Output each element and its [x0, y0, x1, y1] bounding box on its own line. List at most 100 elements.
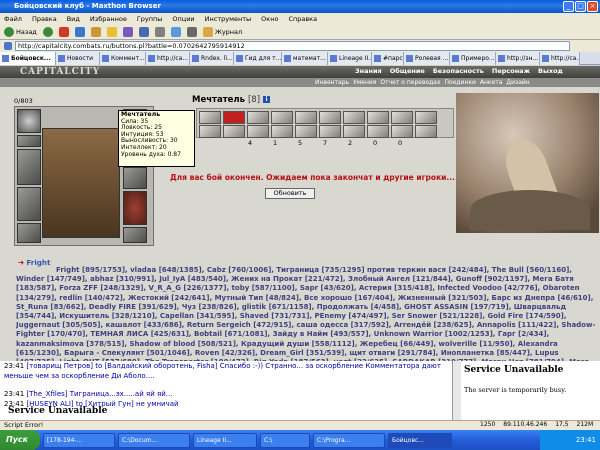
scroll-icon[interactable] [295, 125, 317, 138]
tab-guide[interactable]: Гид для т... [234, 52, 282, 65]
scroll-icon[interactable] [271, 125, 293, 138]
groups-icon[interactable] [122, 27, 133, 37]
task-button[interactable]: C:\ [260, 432, 310, 448]
menu-favorites[interactable]: Избранное [90, 15, 127, 23]
tab-news[interactable]: Новости [56, 52, 100, 65]
scroll-icon[interactable] [199, 125, 221, 138]
menu-window[interactable]: Окно [261, 15, 278, 23]
tab-icon [284, 55, 291, 62]
tab-lineage[interactable]: Lineage II... [328, 52, 372, 65]
journal-button[interactable]: Журнал [202, 27, 242, 37]
fighters-list: Fright [895/1753], vladaa [648/1385], Ca… [16, 266, 596, 362]
scroll-icon[interactable] [223, 125, 245, 138]
task-button-active[interactable]: Бойцовс... [388, 432, 452, 448]
buff-icon[interactable] [343, 111, 365, 124]
menu-help[interactable]: Справка [288, 15, 317, 23]
subnav-skills[interactable]: Умения [353, 78, 376, 87]
belt-slot[interactable] [17, 223, 41, 243]
tab-capitalcity[interactable]: http://ca... [146, 52, 190, 65]
page-icon [4, 42, 12, 50]
buff-icon[interactable] [319, 111, 341, 124]
nav-security[interactable]: Безопасность [433, 67, 484, 75]
menu-view[interactable]: Вид [67, 15, 80, 23]
refresh-icon[interactable] [74, 27, 85, 37]
task-button[interactable]: Lineage II... [193, 432, 257, 448]
refresh-button[interactable]: Обновить [265, 188, 315, 199]
start-button[interactable]: Пуск [0, 430, 40, 450]
subnav-fights[interactable]: Поединки [445, 78, 476, 87]
tab-rndex[interactable]: Rndex. li... [190, 52, 234, 65]
scroll-icon[interactable] [391, 125, 413, 138]
tab-combats[interactable]: Бойцовск... [0, 52, 56, 65]
tab-capitalcity-2[interactable]: http://ca... [540, 52, 580, 65]
menu-file[interactable]: Файл [4, 15, 22, 23]
forward-arrow-icon[interactable] [42, 27, 53, 37]
scroll-icon[interactable] [319, 125, 341, 138]
favorites-icon[interactable] [106, 27, 117, 37]
subnav-transfers[interactable]: Отчет о переводах [380, 78, 440, 87]
tab-pars[interactable]: #парс [372, 52, 404, 65]
scroll-icon[interactable] [415, 125, 437, 138]
tab-label: математ... [293, 54, 326, 62]
buff-icon[interactable] [199, 111, 221, 124]
undo-icon[interactable] [138, 27, 149, 37]
task-button[interactable]: C:\Progra... [313, 432, 385, 448]
menu-groups[interactable]: Группы [137, 15, 163, 23]
helmet-slot[interactable] [17, 109, 41, 133]
nav-exit[interactable]: Выход [538, 67, 563, 75]
menu-options[interactable]: Опции [172, 15, 194, 23]
address-input[interactable]: http://capitalcity.combats.ru/buttons.pl… [15, 41, 570, 51]
nav-character[interactable]: Персонаж [492, 67, 530, 75]
shield-slot[interactable] [123, 191, 147, 225]
task-button[interactable]: [178-194-... [43, 432, 115, 448]
home-icon[interactable] [90, 27, 101, 37]
task-button[interactable]: C:\Docum... [118, 432, 190, 448]
chat-log: 23:41 [товарищ Петров] to [Валдайский об… [4, 362, 454, 409]
buff-icon[interactable] [367, 111, 389, 124]
gloves-slot[interactable] [123, 167, 147, 189]
tab-comments[interactable]: Коммент... [100, 52, 146, 65]
tab-math[interactable]: математ... [282, 52, 328, 65]
subnav-design[interactable]: Дизайн [506, 78, 529, 87]
buff-icon[interactable] [391, 111, 413, 124]
new-tab-icon[interactable] [170, 27, 181, 37]
minimize-button[interactable]: _ [563, 1, 574, 12]
character-name-text: Мечтатель [192, 95, 246, 105]
buff-icon[interactable] [223, 111, 245, 124]
back-label: Назад [16, 28, 37, 36]
buff-icon[interactable] [247, 111, 269, 124]
scroll-icon[interactable] [343, 125, 365, 138]
nav-communication[interactable]: Общение [390, 67, 425, 75]
boots-slot[interactable] [123, 227, 147, 243]
buff-icon[interactable] [295, 111, 317, 124]
tab-label: Гид для т... [245, 54, 282, 62]
buff-icon[interactable] [271, 111, 293, 124]
subnav-profile[interactable]: Анкета [480, 78, 503, 87]
tab-label: Rndex. li... [201, 54, 233, 62]
system-clock: 23:41 [540, 430, 600, 450]
chat-scrollbar[interactable] [452, 361, 461, 421]
tab-zn[interactable]: http://зн... [496, 52, 540, 65]
nav-knowledge[interactable]: Знания [355, 67, 382, 75]
address-bar: http://capitalcity.combats.ru/buttons.pl… [0, 40, 600, 52]
amulet-slot[interactable] [17, 135, 41, 147]
print-icon[interactable] [186, 27, 197, 37]
menu-edit[interactable]: Правка [32, 15, 57, 23]
menu-tools[interactable]: Инструменты [205, 15, 252, 23]
close-button[interactable]: × [587, 1, 598, 12]
tab-icon [498, 55, 505, 62]
subnav-inventory[interactable]: Инвентарь [315, 78, 349, 87]
scroll-icon[interactable] [247, 125, 269, 138]
tab-roleplay[interactable]: Ролевая ... [404, 52, 450, 65]
weapon-slot[interactable] [17, 149, 41, 185]
tab-examples[interactable]: Примеро... [450, 52, 496, 65]
info-icon[interactable]: i [263, 96, 270, 103]
armor-slot[interactable] [17, 187, 41, 221]
scroll-icon[interactable] [367, 125, 389, 138]
service-unavailable-title: Service Unavailable [464, 365, 564, 375]
maximize-button[interactable]: □ [575, 1, 586, 12]
back-button[interactable]: Назад [4, 27, 37, 37]
buff-icon[interactable] [415, 111, 437, 124]
stop-icon[interactable] [58, 27, 69, 37]
zoom-icon[interactable] [154, 27, 165, 37]
